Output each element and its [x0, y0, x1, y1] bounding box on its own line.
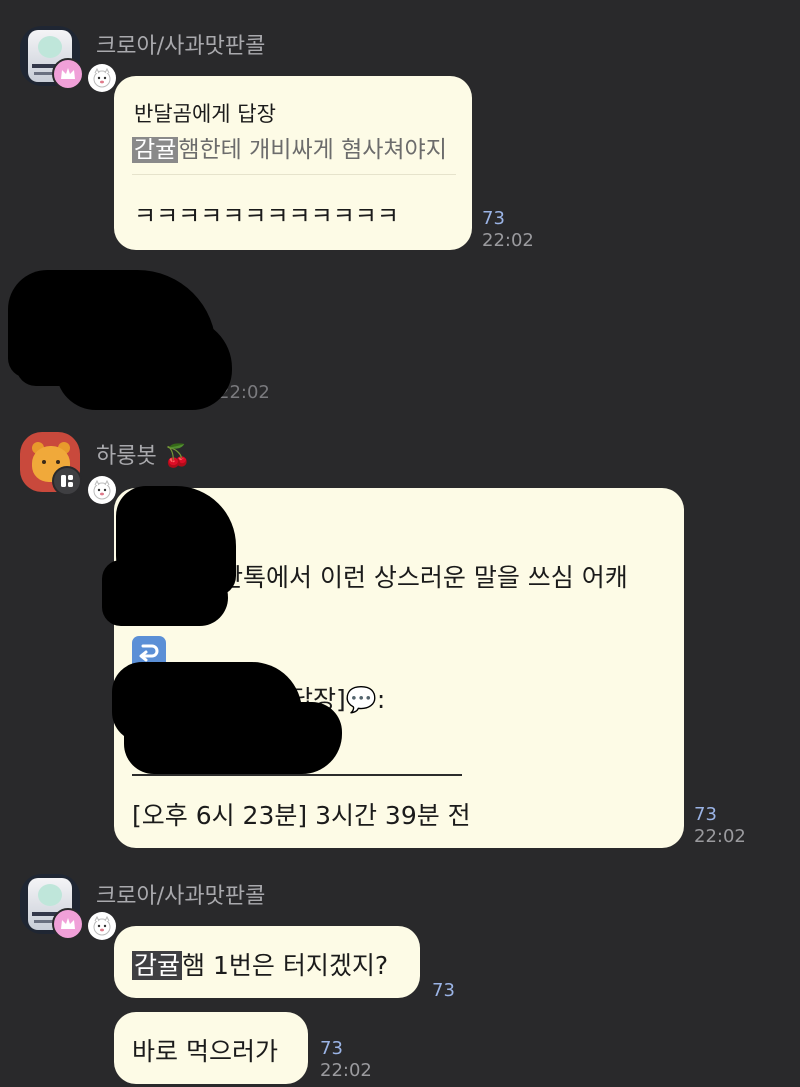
message-bubble[interactable]: 바로 먹으러가: [114, 1012, 308, 1084]
reply-divider: [132, 174, 456, 175]
unread-count: 73: [320, 1038, 343, 1059]
speech-bubble-emoji: 💬: [345, 685, 377, 714]
message-text: 단톡에서 이런 상스러운 말을 쓰심 어캐: [220, 563, 628, 592]
message-meta: 73: [432, 980, 455, 1002]
redaction-mark: [102, 560, 228, 626]
quote-text: 햄한테 개비싸게 혐사쳐야지: [178, 137, 447, 163]
message-meta: 73 22:02: [694, 804, 746, 848]
sender-name[interactable]: 크로아/사과맛판콜: [96, 878, 265, 910]
cat-emoji-icon: [88, 476, 116, 504]
timestamp: 22:02: [482, 230, 534, 251]
redaction-mark: [16, 330, 106, 386]
cherry-emoji: 🍒: [163, 444, 192, 469]
unread-count: 73: [694, 804, 717, 825]
colon: :: [376, 685, 386, 714]
sender-name[interactable]: 하룽봇 🍒: [96, 438, 191, 470]
chat-screen: 크로아/사과맛판콜 반달곰에게 답장 감귤햄한테 개비싸게 혐사쳐야지 ㅋㅋㅋㅋ…: [0, 0, 800, 1087]
cat-emoji-icon: [88, 912, 116, 940]
quote-divider: [132, 774, 462, 776]
timestamp: 22:02: [320, 1060, 372, 1081]
message-footer: [오후 6시 23분] 3시간 39분 전: [132, 801, 471, 830]
sender-name[interactable]: 크로아/사과맛판콜: [96, 28, 265, 60]
message-text: 바로 먹으러가: [132, 1037, 278, 1066]
reply-to-label: 반달곰에게 답장: [134, 102, 276, 126]
bot-icon: [52, 466, 82, 496]
message-meta: 73 22:02: [482, 208, 534, 252]
message-text: ㅋㅋㅋㅋㅋㅋㅋㅋㅋㅋㅋㅋ: [134, 202, 399, 230]
quote-highlight: 감귤: [132, 137, 179, 163]
redaction-mark: [124, 702, 342, 774]
sender-name-text: 하룽봇: [96, 444, 157, 469]
cat-emoji-icon: [88, 64, 116, 92]
crown-icon: [52, 908, 84, 940]
message-bubble[interactable]: 감귤햄 1번은 터지겠지?: [114, 926, 420, 998]
message-meta: 73 22:02: [320, 1038, 372, 1082]
message-bubble-reply[interactable]: 반달곰에게 답장 감귤햄한테 개비싸게 혐사쳐야지 ㅋㅋㅋㅋㅋㅋㅋㅋㅋㅋㅋㅋ: [114, 76, 472, 250]
quoted-message[interactable]: 감귤햄한테 개비싸게 혐사쳐야지: [132, 130, 447, 164]
crown-icon: [52, 58, 84, 90]
message-text: 감귤햄 1번은 터지겠지?: [132, 946, 388, 982]
unread-count: 73: [482, 208, 505, 229]
text-highlight: 감귤: [132, 951, 183, 980]
text-rest: 햄 1번은 터지겠지?: [182, 951, 389, 980]
timestamp: 22:02: [694, 826, 746, 847]
unread-count: 73: [432, 980, 455, 1001]
